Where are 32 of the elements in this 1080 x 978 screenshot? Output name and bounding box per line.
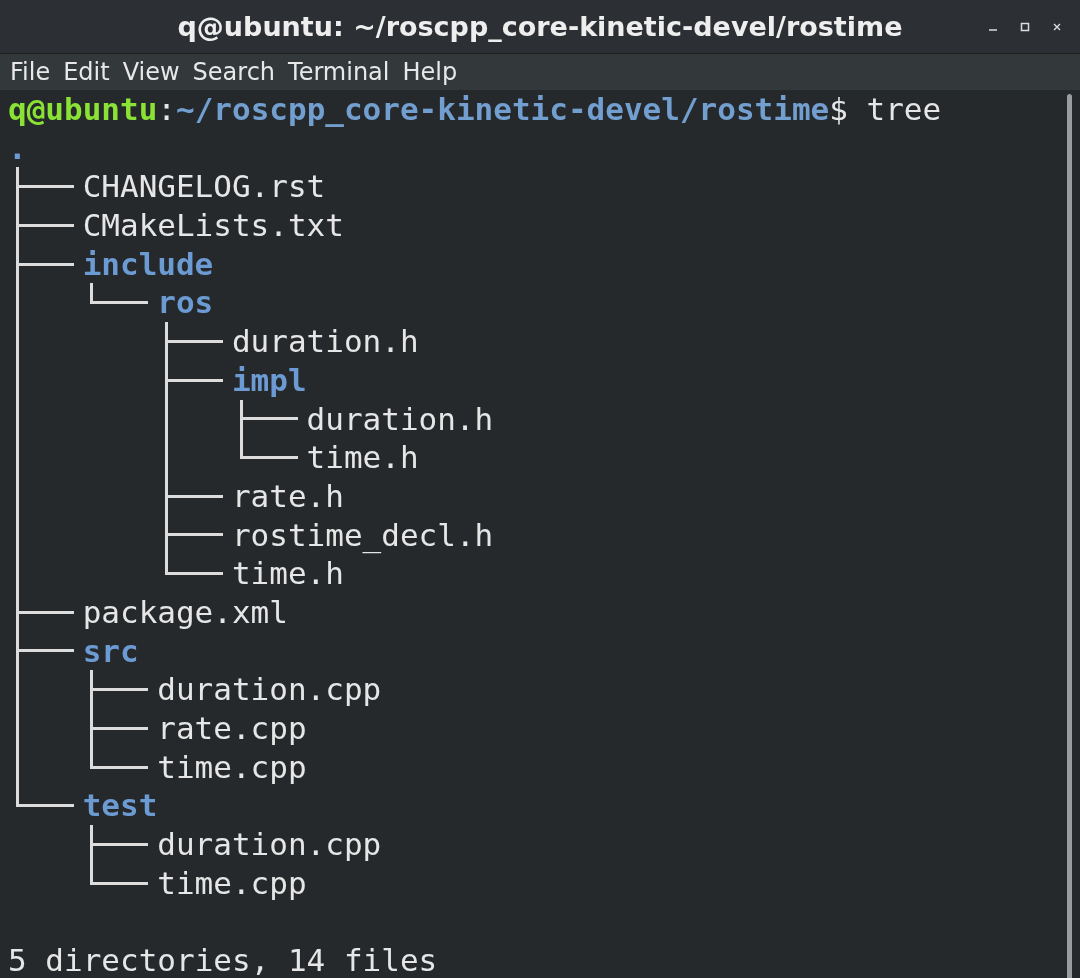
file-name: package.xml [82, 592, 288, 632]
file-name: time.h [306, 438, 419, 477]
directory-name: test [82, 786, 158, 826]
directory-name: impl [231, 360, 307, 400]
command-prompt-line: q@ubuntu:~/roscpp_core-kinetic-devel/rostime$ tree [8, 90, 942, 129]
file-name: time.h [231, 554, 344, 593]
menu-item[interactable]: Edit [61, 58, 112, 86]
file-name: CHANGELOG.rst [82, 167, 326, 207]
directory-name: ros [157, 283, 214, 323]
directory-name: src [82, 631, 139, 671]
scrollbar[interactable] [1067, 94, 1072, 978]
menu-item[interactable]: File [8, 58, 53, 86]
file-name: rate.cpp [157, 709, 307, 748]
file-name: time.cpp [157, 863, 307, 903]
file-name: rostime_decl.h [231, 515, 494, 555]
menu-item[interactable]: Help [400, 58, 460, 86]
file-name: CMakeLists.txt [82, 206, 344, 245]
menu-item[interactable]: Terminal [286, 58, 392, 86]
tree-summary: 5 directories, 14 files [8, 941, 438, 978]
window-title: q@ubuntu: ~/roscpp_core-kinetic-devel/rostime [177, 11, 903, 42]
file-name: duration.cpp [157, 825, 382, 864]
directory-name: include [82, 244, 214, 284]
directory-name: . [8, 128, 27, 168]
file-name: duration.h [231, 322, 419, 361]
maximize-icon[interactable] [1020, 22, 1030, 32]
file-name: duration.h [306, 399, 494, 439]
close-icon[interactable] [1052, 22, 1062, 32]
file-name: rate.h [231, 476, 344, 516]
file-name: duration.cpp [157, 670, 382, 709]
menu-item[interactable]: Search [190, 58, 278, 86]
file-name: time.cpp [157, 747, 307, 787]
menu-item[interactable]: View [120, 58, 182, 86]
